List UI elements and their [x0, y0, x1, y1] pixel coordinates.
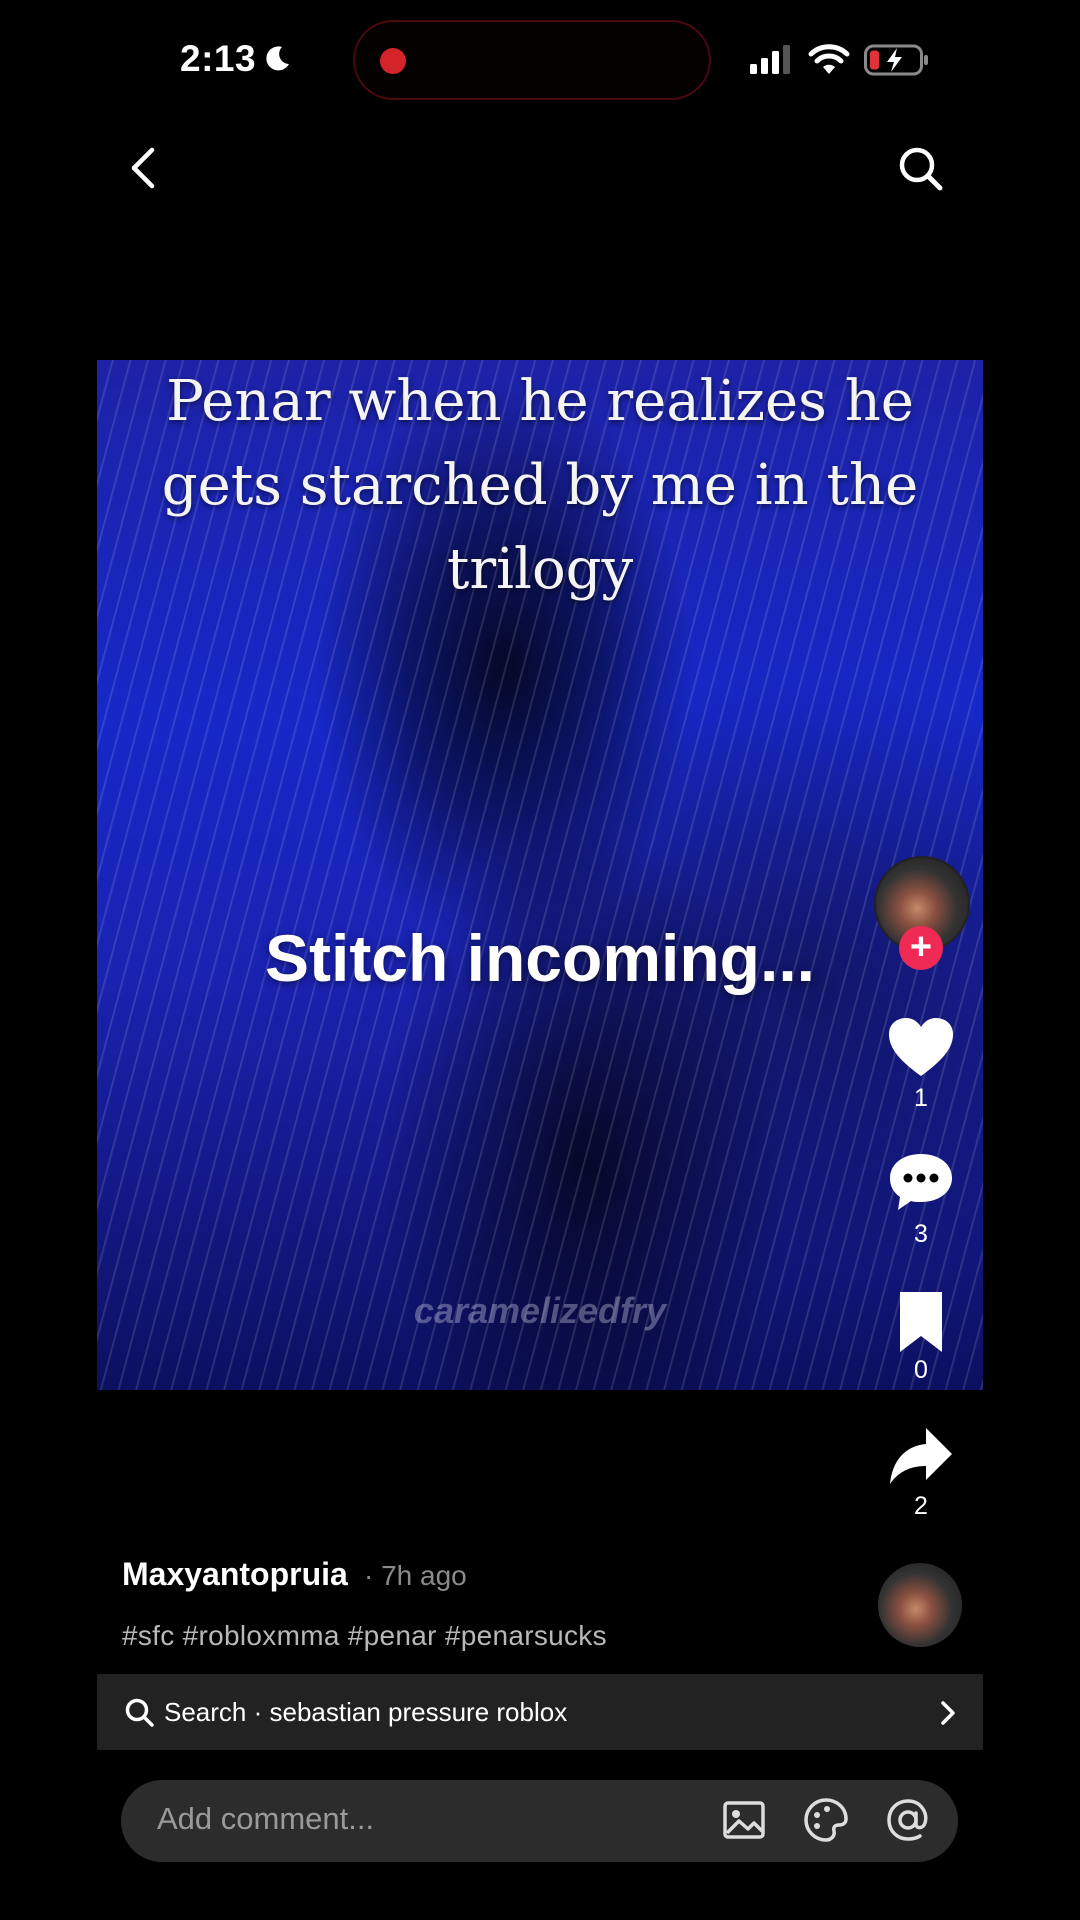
- share-icon[interactable]: [886, 1424, 956, 1488]
- save-count: 0: [914, 1356, 928, 1384]
- comment-count: 3: [914, 1220, 928, 1248]
- comment-placeholder[interactable]: Add comment...: [157, 1801, 374, 1837]
- chevron-right-icon[interactable]: [938, 1700, 958, 1726]
- recording-indicator: [380, 48, 406, 74]
- status-time: 2:13: [180, 38, 257, 79]
- emoji-icon[interactable]: [803, 1797, 849, 1843]
- back-icon[interactable]: [124, 146, 164, 190]
- comment-icon[interactable]: [886, 1150, 956, 1214]
- video-caption: Penar when he realizes he gets starched …: [161, 369, 919, 602]
- heart-icon[interactable]: [886, 1016, 956, 1080]
- post-hashtags[interactable]: #sfc #robloxmma #penar #penarsucks: [122, 1620, 607, 1652]
- like-count: 1: [914, 1084, 928, 1112]
- search-suggestion-text[interactable]: Search · sebastian pressure roblox: [164, 1697, 567, 1728]
- cellular-signal-icon: [750, 45, 790, 74]
- follow-button[interactable]: +: [899, 926, 943, 970]
- mention-icon[interactable]: [885, 1797, 931, 1843]
- dynamic-island: [353, 20, 711, 100]
- wifi-icon: [808, 44, 850, 74]
- post-username[interactable]: Maxyantopruia: [122, 1556, 348, 1593]
- video-watermark: caramelizedfry: [413, 1290, 667, 1331]
- bookmark-icon[interactable]: [886, 1290, 956, 1354]
- battery-charging-icon: [864, 44, 928, 76]
- stitch-overlay-text: Stitch incoming...: [264, 921, 815, 995]
- search-icon: [125, 1698, 154, 1727]
- search-icon[interactable]: [896, 144, 944, 192]
- post-time: · 7h ago: [364, 1560, 467, 1591]
- share-count: 2: [914, 1492, 928, 1520]
- sound-avatar[interactable]: [878, 1563, 962, 1647]
- moon-icon: [266, 46, 289, 71]
- image-icon[interactable]: [721, 1797, 767, 1843]
- video-player[interactable]: Penar when he realizes he gets starched …: [97, 360, 983, 1390]
